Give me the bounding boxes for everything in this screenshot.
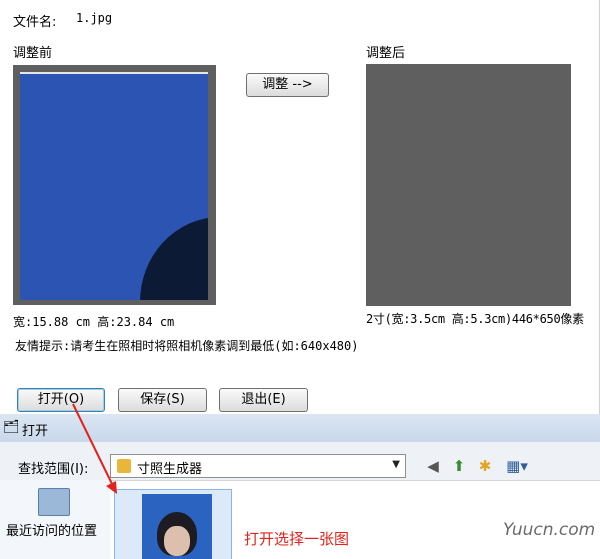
watermark: Yuucn.com [503,520,596,540]
annotation-arrow [72,403,117,494]
annotation-text: 打开选择一张图 [244,530,350,548]
